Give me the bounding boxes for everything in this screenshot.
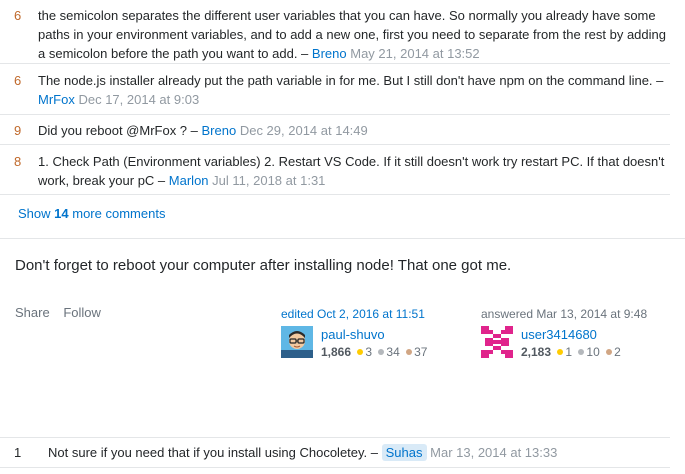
show-more-count: 14 (54, 206, 69, 221)
silver-badge-icon (378, 349, 385, 356)
editor-reputation: 1,866 3 34 37 (321, 345, 427, 359)
comment-user-link[interactable]: Marlon (169, 173, 209, 188)
comment-item: 9 Did you reboot @MrFox ? – Breno Dec 29… (0, 121, 670, 140)
comment-divider (0, 467, 670, 468)
bronze-badge-icon (606, 349, 613, 356)
comment-date[interactable]: Dec 29, 2014 at 14:49 (240, 123, 368, 138)
comment-divider (0, 63, 670, 64)
author-signature: answered Mar 13, 2014 at 9:48 user341468… (481, 307, 671, 359)
comment-date[interactable]: Dec 17, 2014 at 9:03 (78, 92, 199, 107)
author-name-link[interactable]: user3414680 (521, 327, 597, 342)
comment-divider (0, 144, 670, 145)
comment-item: 6 The node.js installer already put the … (0, 71, 670, 109)
gold-badge-count: 1 (565, 345, 573, 359)
comment-list-top-divider (0, 437, 670, 438)
bronze-badge-icon (406, 349, 413, 356)
edit-info: edited Oct 2, 2016 at 11:51 (281, 307, 451, 321)
avatar[interactable] (281, 326, 313, 358)
reputation-score: 1,866 (321, 345, 352, 359)
comment-text: 1. Check Path (Environment variables) 2.… (38, 154, 665, 188)
gold-badge-icon (557, 349, 564, 356)
editor-signature: edited Oct 2, 2016 at 11:51 paul-shuvo 1… (281, 307, 451, 359)
comment-score: 6 (14, 8, 22, 23)
comment-score: 1 (14, 445, 22, 460)
comment-score: 6 (14, 73, 22, 88)
comment-text: Did you reboot @MrFox ? – (38, 123, 198, 138)
comment-date[interactable]: May 21, 2014 at 13:52 (350, 46, 479, 61)
comment-score: 8 (14, 154, 22, 169)
edited-link[interactable]: edited Oct 2, 2016 at 11:51 (281, 307, 425, 321)
comment-body: The node.js installer already put the pa… (38, 71, 670, 109)
comment-date[interactable]: Jul 11, 2018 at 1:31 (212, 173, 325, 188)
comment-body: Not sure if you need that if you install… (48, 443, 557, 462)
share-link[interactable]: Share (15, 305, 50, 320)
show-more-suffix: more comments (72, 206, 166, 221)
answer-info: answered Mar 13, 2014 at 9:48 (481, 307, 648, 321)
silver-badge-count: 34 (386, 345, 400, 359)
comment-text: Not sure if you need that if you install… (48, 445, 379, 460)
comment-user-link[interactable]: Breno (312, 46, 347, 61)
gold-badge-count: 3 (365, 345, 373, 359)
answer-body: Don't forget to reboot your computer aft… (15, 257, 512, 274)
comment-divider (0, 194, 670, 195)
bronze-badge-count: 2 (614, 345, 621, 359)
author-reputation: 2,183 1 10 2 (521, 345, 621, 359)
comment-text: The node.js installer already put the pa… (38, 73, 664, 88)
comment-user-link[interactable]: MrFox (38, 92, 75, 107)
answer-divider (0, 238, 685, 239)
comment-score: 9 (14, 123, 22, 138)
avatar[interactable] (481, 326, 513, 358)
comment-body: 1. Check Path (Environment variables) 2.… (38, 152, 670, 190)
gold-badge-icon (357, 349, 364, 356)
silver-badge-count: 10 (586, 345, 600, 359)
comment-item: 8 1. Check Path (Environment variables) … (0, 152, 670, 190)
follow-link[interactable]: Follow (63, 305, 101, 320)
comment-user-link[interactable]: Breno (202, 123, 237, 138)
comment-body: Did you reboot @MrFox ? – Breno Dec 29, … (38, 121, 670, 140)
show-more-comments-link[interactable]: Show 14 more comments (18, 206, 165, 221)
comment-body: the semicolon separates the different us… (38, 6, 670, 63)
silver-badge-icon (578, 349, 585, 356)
bronze-badge-count: 37 (414, 345, 428, 359)
editor-name-link[interactable]: paul-shuvo (321, 327, 385, 342)
comment-user-link[interactable]: Suhas (381, 444, 427, 461)
comment-item: 6 the semicolon separates the different … (0, 6, 670, 63)
reputation-score: 2,183 (521, 345, 552, 359)
post-menu: Share Follow (15, 305, 111, 320)
show-more-prefix: Show (18, 206, 51, 221)
comment-date[interactable]: Mar 13, 2014 at 13:33 (430, 445, 557, 460)
comment-divider (0, 114, 670, 115)
